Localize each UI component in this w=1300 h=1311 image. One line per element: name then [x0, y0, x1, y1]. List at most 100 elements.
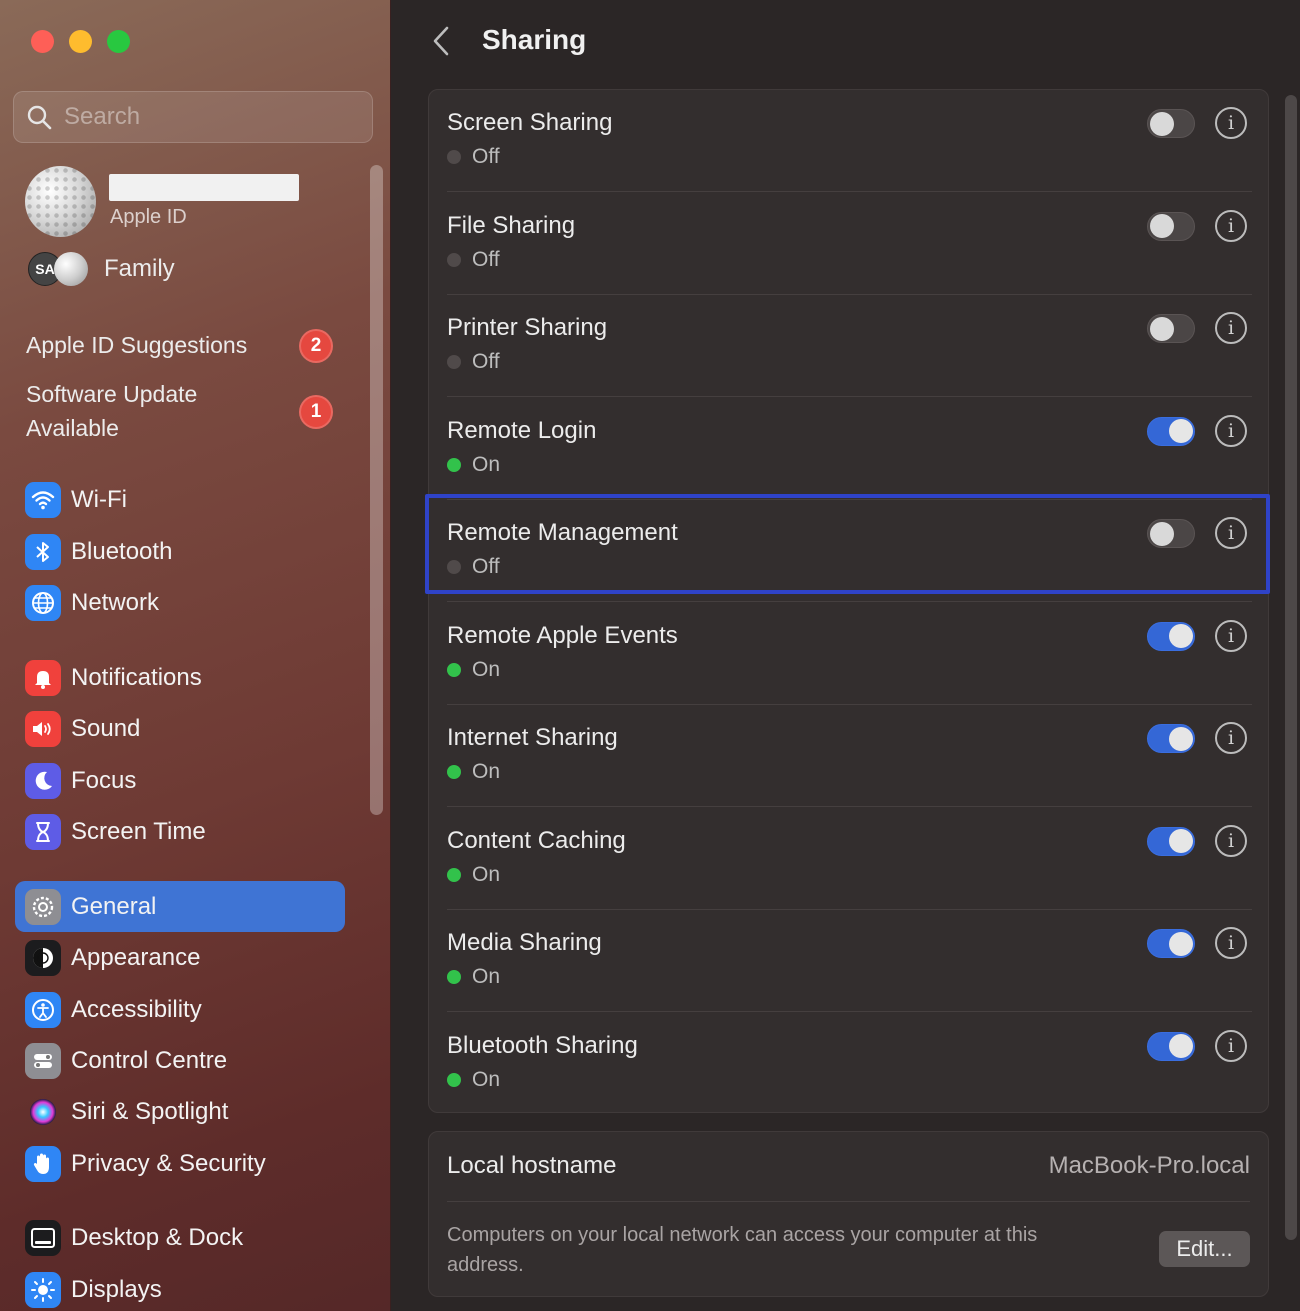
siri-icon — [25, 1094, 61, 1130]
sidebar-item-label: Privacy & Security — [71, 1149, 266, 1177]
printer-sharing-info-icon[interactable]: i — [1215, 312, 1247, 344]
software-update-item[interactable]: Software Update Available — [26, 377, 197, 445]
status-text: On — [472, 862, 501, 886]
window-controls — [31, 30, 130, 53]
service-row-screen-sharing: Screen Sharing Off i — [429, 90, 1270, 192]
dock-icon — [25, 1219, 61, 1256]
main-scrollbar[interactable] — [1285, 95, 1297, 1240]
edit-hostname-button[interactable]: Edit... — [1159, 1231, 1250, 1267]
bluetooth-sharing-toggle[interactable] — [1147, 1031, 1195, 1061]
remote-apple-events-toggle[interactable] — [1147, 621, 1195, 651]
sidebar-item-control-centre[interactable]: Control Centre — [15, 1035, 345, 1086]
sidebar-item-label: General — [71, 892, 157, 920]
status-text: Off — [472, 350, 500, 373]
software-update-label-line1: Software Update — [26, 381, 198, 407]
sidebar-item-focus[interactable]: Focus — [15, 755, 345, 806]
accessibility-icon — [25, 991, 61, 1028]
sidebar-item-label: Screen Time — [71, 817, 206, 845]
remote-management-toggle[interactable] — [1147, 519, 1195, 548]
service-status: On — [447, 1068, 500, 1092]
service-status: Off — [447, 248, 500, 272]
remote-apple-events-info-icon[interactable]: i — [1215, 619, 1247, 652]
gear-icon — [25, 888, 61, 925]
service-row-remote-login: Remote Login On i — [429, 398, 1270, 500]
service-status: On — [447, 658, 500, 682]
file-sharing-info-icon[interactable]: i — [1215, 209, 1247, 242]
sidebar-item-accessibility[interactable]: Accessibility — [15, 984, 345, 1035]
status-text: Off — [472, 555, 500, 578]
content-caching-toggle[interactable] — [1147, 826, 1195, 856]
sidebar-item-label: Wi-Fi — [71, 485, 127, 513]
sidebar-item-network[interactable]: Network — [15, 577, 345, 628]
toggle-knob — [1150, 521, 1174, 546]
status-dot-icon — [447, 355, 461, 369]
sidebar: Apple ID SA Family Apple ID Suggestions … — [0, 0, 391, 1311]
remote-login-info-icon[interactable]: i — [1215, 414, 1247, 447]
status-dot-icon — [447, 867, 461, 882]
screen-sharing-info-icon[interactable]: i — [1215, 107, 1247, 139]
sidebar-item-label: Desktop & Dock — [71, 1223, 244, 1251]
service-status: On — [447, 863, 500, 887]
sidebar-item-desktop-and-dock[interactable]: Desktop & Dock — [15, 1212, 345, 1263]
sidebar-scrollbar[interactable] — [370, 165, 383, 815]
sidebar-item-appearance[interactable]: Appearance — [15, 932, 345, 983]
software-update-label-line2: Available — [26, 415, 119, 441]
internet-sharing-info-icon[interactable]: i — [1215, 722, 1247, 754]
service-name: Internet Sharing — [447, 724, 618, 751]
globe-icon — [25, 584, 61, 621]
service-row-bluetooth-sharing: Bluetooth Sharing On i — [429, 1013, 1270, 1115]
search-field[interactable] — [13, 91, 373, 143]
sidebar-item-siri-and-spotlight[interactable]: Siri & Spotlight — [15, 1086, 345, 1137]
sidebar-item-screen-time[interactable]: Screen Time — [15, 806, 345, 857]
sidebar-item-displays[interactable]: Displays — [15, 1264, 345, 1311]
service-row-printer-sharing: Printer Sharing Off i — [429, 295, 1270, 397]
printer-sharing-toggle[interactable] — [1147, 314, 1195, 343]
hostname-value: MacBook-Pro.local — [1048, 1152, 1250, 1179]
bell-icon — [25, 659, 61, 696]
family-item[interactable]: SA Family — [28, 252, 175, 286]
sidebar-item-sound[interactable]: Sound — [15, 703, 345, 754]
back-chevron-icon[interactable] — [427, 24, 461, 58]
status-dot-icon — [447, 150, 461, 164]
appearance-icon — [25, 939, 61, 976]
status-text: On — [472, 965, 501, 988]
sidebar-item-bluetooth[interactable]: Bluetooth — [15, 526, 345, 577]
toggle-knob — [1150, 214, 1174, 238]
sidebar-item-label: Sound — [71, 714, 141, 742]
zoom-window-button[interactable] — [107, 30, 130, 53]
suggestion-label: Apple ID Suggestions — [26, 332, 248, 358]
service-name: Bluetooth Sharing — [447, 1031, 638, 1059]
service-status: Off — [447, 145, 500, 169]
sidebar-item-wi-fi[interactable]: Wi-Fi — [15, 474, 345, 525]
service-row-content-caching: Content Caching On i — [429, 808, 1270, 910]
apple-id-profile[interactable]: Apple ID — [25, 166, 325, 238]
media-sharing-toggle[interactable] — [1147, 929, 1195, 958]
sharing-services-group: Screen Sharing Off i File Sharing Off i Printe… — [428, 89, 1269, 1113]
service-name: Remote Management — [447, 519, 678, 546]
service-name: Screen Sharing — [447, 109, 613, 136]
status-text: Off — [472, 247, 500, 271]
sun-icon — [25, 1271, 61, 1308]
minimize-window-button[interactable] — [69, 30, 92, 53]
service-status: Off — [447, 350, 500, 374]
apple-id-suggestions-item[interactable]: Apple ID Suggestions — [26, 328, 247, 362]
sidebar-item-label: Accessibility — [71, 995, 202, 1023]
remote-login-toggle[interactable] — [1147, 416, 1195, 446]
screen-sharing-toggle[interactable] — [1147, 109, 1195, 138]
remote-management-info-icon[interactable]: i — [1215, 517, 1247, 549]
bluetooth-sharing-info-icon[interactable]: i — [1215, 1029, 1247, 1062]
close-window-button[interactable] — [31, 30, 54, 53]
sidebar-item-notifications[interactable]: Notifications — [15, 652, 345, 703]
search-input[interactable] — [64, 103, 344, 131]
hostname-label: Local hostname — [447, 1152, 617, 1179]
file-sharing-toggle[interactable] — [1147, 211, 1195, 241]
internet-sharing-toggle[interactable] — [1147, 724, 1195, 753]
sidebar-item-general[interactable]: General — [15, 881, 345, 932]
hostname-group: Local hostname MacBook-Pro.local Compute… — [428, 1131, 1269, 1297]
content-caching-info-icon[interactable]: i — [1215, 824, 1247, 857]
service-row-media-sharing: Media Sharing On i — [429, 910, 1270, 1012]
sidebar-item-privacy-and-security[interactable]: Privacy & Security — [15, 1138, 345, 1189]
service-status: On — [447, 965, 500, 989]
media-sharing-info-icon[interactable]: i — [1215, 927, 1247, 959]
status-text: Off — [472, 145, 500, 168]
